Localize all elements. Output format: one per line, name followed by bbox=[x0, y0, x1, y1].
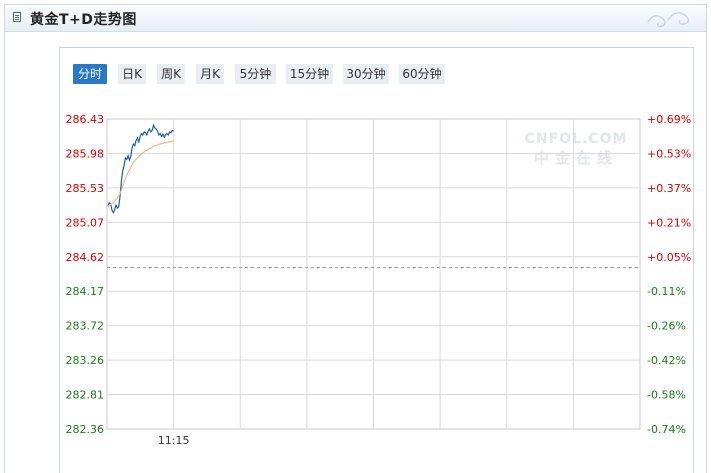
intraday-chart: 286.43 285.98 285.53 285.07 284.62 284.17 283.… bbox=[66, 113, 692, 447]
price-line bbox=[107, 123, 174, 215]
y-right-tick-label: +0.05% bbox=[647, 251, 691, 264]
y-right-tick-label: +0.37% bbox=[647, 182, 691, 195]
y-right-tick-label: -0.58% bbox=[647, 389, 686, 402]
y-tick-label: 285.53 bbox=[66, 182, 105, 195]
y-right-tick-label: -0.42% bbox=[647, 354, 686, 367]
y-tick-label: 286.43 bbox=[66, 113, 105, 126]
x-tick-label: 11:15 bbox=[158, 434, 190, 447]
y-tick-label: 285.98 bbox=[66, 147, 105, 160]
y-tick-label: 282.36 bbox=[66, 423, 105, 436]
y-tick-label: 283.72 bbox=[66, 320, 105, 333]
y-right-tick-label: +0.53% bbox=[647, 147, 691, 160]
y-right-tick-label: +0.21% bbox=[647, 216, 691, 229]
y-tick-label: 284.17 bbox=[66, 285, 105, 298]
y-tick-label: 283.26 bbox=[66, 354, 105, 367]
y-tick-label: 282.81 bbox=[66, 389, 105, 402]
y-right-tick-label: -0.11% bbox=[647, 285, 686, 298]
y-right-tick-label: -0.74% bbox=[647, 423, 686, 436]
y-right-tick-label: +0.69% bbox=[647, 113, 691, 126]
y-tick-label: 285.07 bbox=[66, 216, 105, 229]
average-price-line bbox=[107, 140, 174, 207]
y-tick-label: 284.62 bbox=[66, 251, 105, 264]
y-right-tick-label: -0.26% bbox=[647, 320, 686, 333]
